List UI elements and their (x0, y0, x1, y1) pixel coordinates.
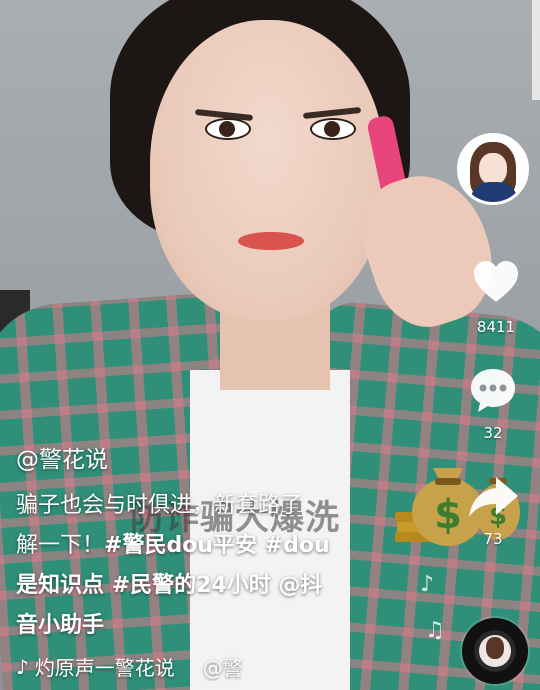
lips (238, 232, 304, 250)
video-description: 骗子也会与时俱进，新套路了 解一下！#警民dou平安 #dou 是知识点 #民警… (16, 486, 396, 646)
mention-link[interactable]: @抖 (271, 573, 322, 598)
like-count: 8411 (476, 318, 516, 336)
music-title: 灼原声一警花说 (34, 656, 175, 680)
creator-avatar[interactable] (457, 133, 529, 205)
description-line: 解一下！#警民dou平安 #dou (16, 533, 330, 558)
hashtag-link[interactable]: #警民dou平安 (104, 533, 257, 558)
description-line: 是知识点 #民警的24小时 @抖 (16, 573, 323, 598)
author-handle[interactable]: @警花说 (16, 440, 396, 474)
video-caption: @警花说 骗子也会与时俱进，新套路了 解一下！#警民dou平安 #dou 是知识… (16, 440, 396, 646)
hashtag-link[interactable]: #民警的24小时 (104, 573, 271, 598)
music-mention: @警 (202, 656, 243, 680)
share-button[interactable]: 73 (453, 474, 533, 548)
hashtag-link[interactable]: #dou (257, 533, 330, 558)
music-info[interactable]: ♪ 灼原声一警花说 @警 (16, 652, 446, 681)
background-light-object (532, 0, 540, 100)
comment-count: 32 (483, 424, 503, 442)
face (150, 20, 385, 320)
floating-note-icon: ♪ (420, 572, 435, 597)
floating-note-icon: ♫ (425, 618, 445, 643)
left-eye (205, 118, 251, 140)
right-eye (310, 118, 356, 140)
description-line: 音小助手 (16, 613, 105, 638)
heart-icon (474, 261, 518, 302)
share-icon (469, 477, 518, 517)
share-count: 73 (483, 530, 503, 548)
music-note-icon: ♪ (16, 654, 29, 679)
like-button[interactable]: 8411 (456, 258, 536, 336)
comment-button[interactable]: 32 (453, 366, 533, 442)
music-disc[interactable] (462, 618, 528, 684)
comment-icon (471, 369, 515, 412)
description-line: 骗子也会与时俱进，新套路了 (16, 493, 303, 518)
